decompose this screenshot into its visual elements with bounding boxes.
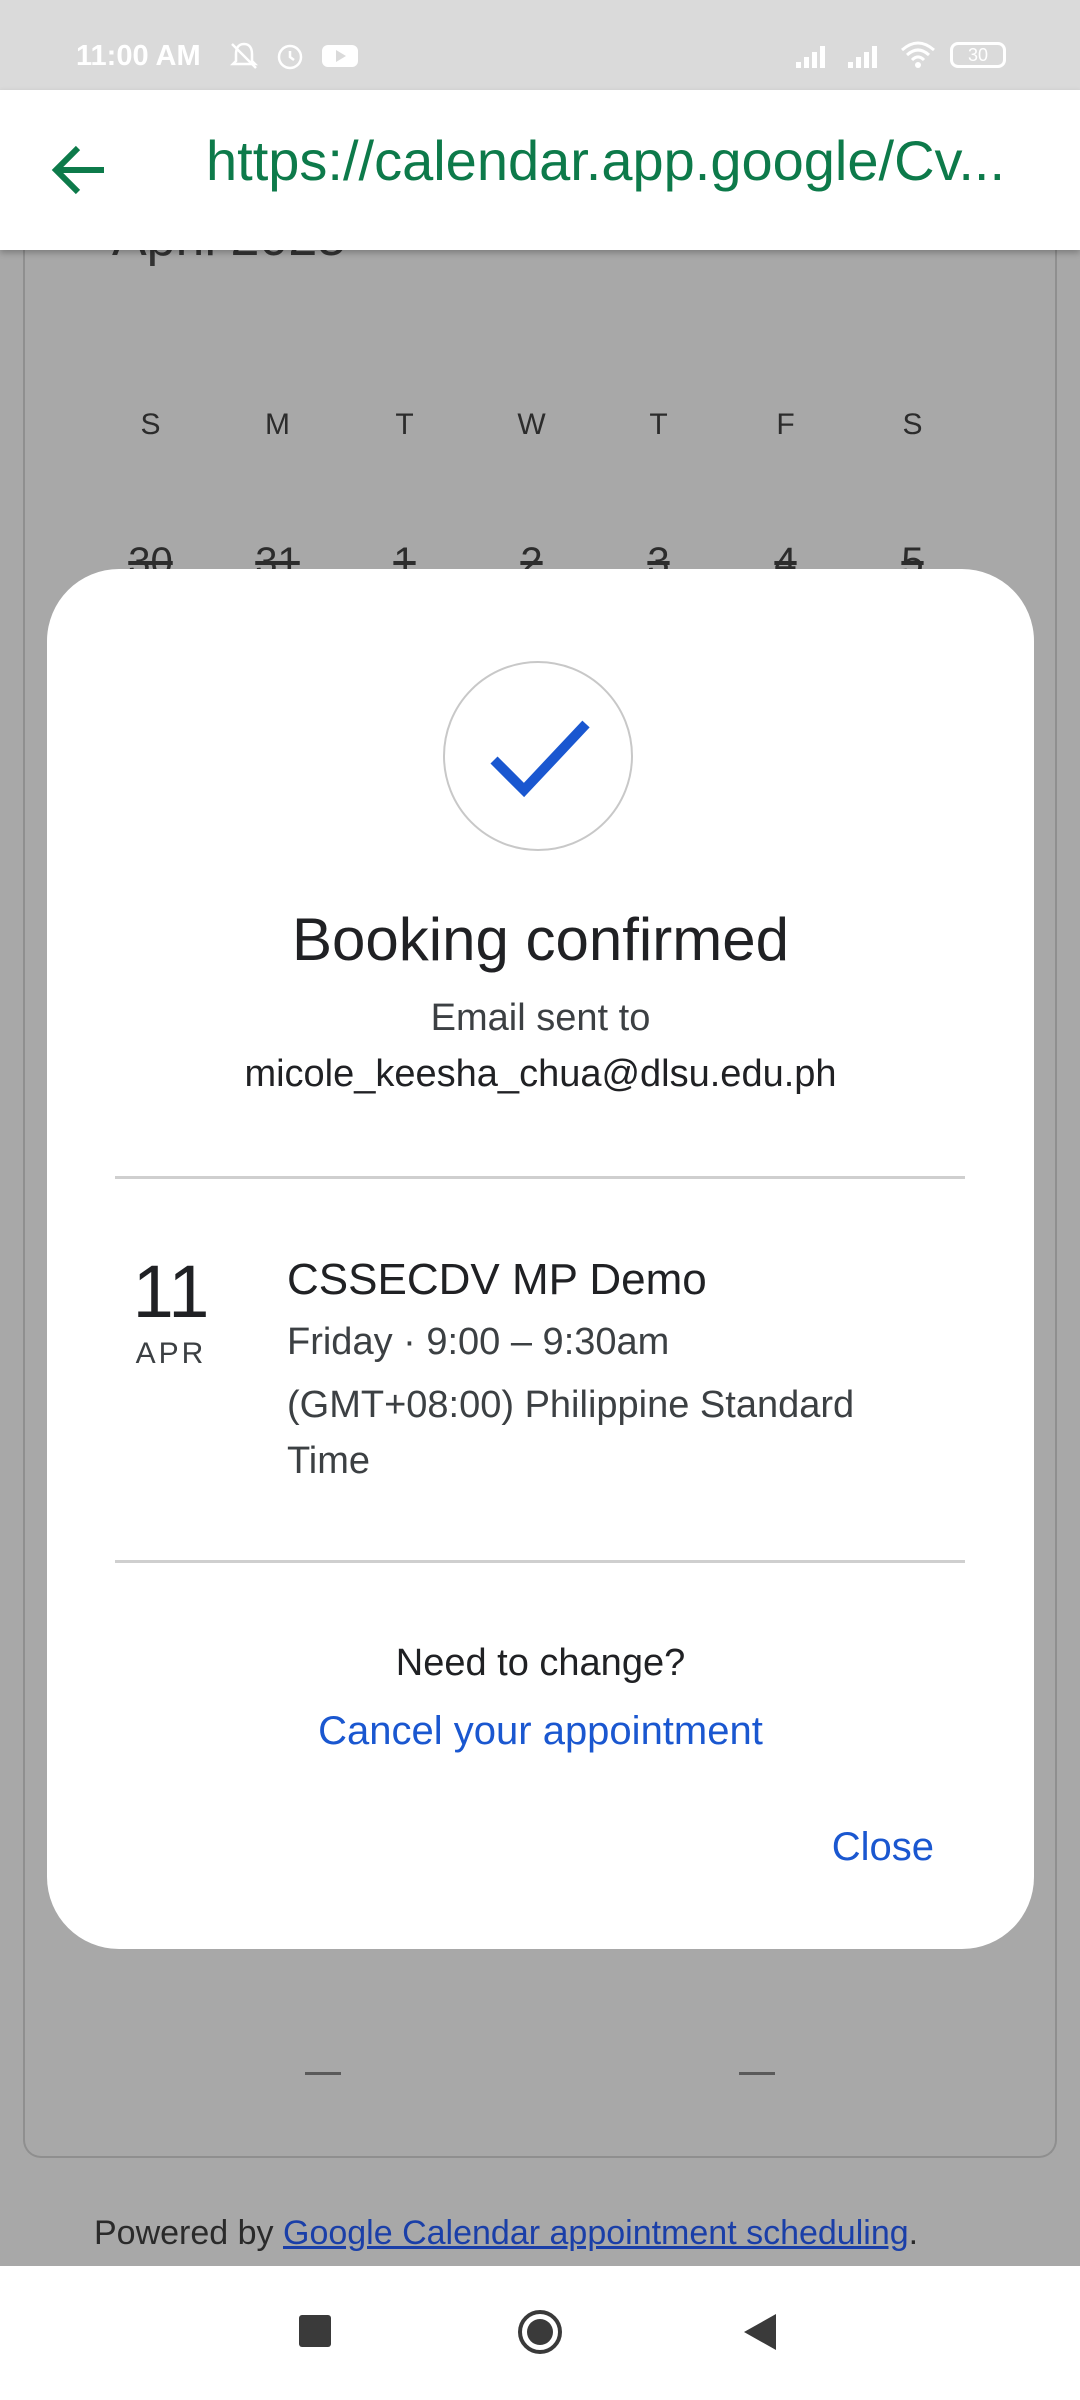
status-time: 11:00 AM	[76, 40, 201, 72]
weekday-label: T	[395, 408, 414, 441]
footer-prefix: Powered by	[94, 2214, 283, 2252]
time-slot-dash	[305, 2072, 341, 2075]
url-bar[interactable]: https://calendar.app.google/Cv...	[206, 128, 1036, 193]
event-day: 11	[132, 1250, 210, 1333]
powered-by-footer: Powered by Google Calendar appointment s…	[94, 2214, 918, 2253]
cancel-appointment-link[interactable]: Cancel your appointment	[47, 1709, 1034, 1754]
weekday-label: M	[265, 408, 290, 441]
status-bar: 11:00 AM 30	[0, 0, 1080, 90]
dialog-title: Booking confirmed	[292, 906, 789, 973]
scheduling-link[interactable]: Google Calendar appointment scheduling	[283, 2214, 909, 2252]
close-button[interactable]: Close	[832, 1825, 934, 1870]
weekday-header: S M T W T F S	[87, 408, 999, 442]
weekday-label: S	[902, 408, 923, 441]
email-address: micole_keesha_chua@dlsu.edu.ph	[244, 1053, 837, 1095]
weekday-label: T	[649, 408, 668, 441]
recent-apps-icon[interactable]	[296, 2306, 336, 2358]
divider	[115, 1560, 965, 1563]
event-timezone: (GMT+08:00) Philippine Standard Time	[287, 1384, 855, 1482]
event-title: CSSECDV MP Demo	[287, 1255, 707, 1304]
need-change-label: Need to change?	[395, 1642, 686, 1684]
email-sent-label: Email sent to	[430, 997, 651, 1039]
time-slot-dash	[739, 2072, 775, 2075]
alarm-icon	[277, 44, 303, 70]
browser-toolbar: https://calendar.app.google/Cv...	[0, 90, 1080, 250]
wifi-icon	[901, 41, 935, 68]
back-icon[interactable]	[740, 2306, 780, 2358]
battery-icon: 30	[950, 42, 1006, 68]
weekday-label: S	[140, 408, 161, 441]
weekday-label: F	[776, 408, 795, 441]
weekday-label: W	[517, 408, 546, 441]
status-system-icons: 30	[794, 40, 1006, 70]
booking-confirmed-dialog: Booking confirmed Email sent to micole_k…	[47, 569, 1034, 1949]
youtube-icon	[322, 45, 358, 67]
signal-icon	[796, 46, 825, 68]
event-time: Friday · 9:00 – 9:30am	[287, 1321, 670, 1363]
event-month: APR	[135, 1337, 207, 1370]
check-circle	[443, 661, 633, 851]
divider	[115, 1176, 965, 1179]
footer-suffix: .	[908, 2214, 919, 2252]
mute-bell-icon	[229, 42, 259, 69]
home-icon[interactable]	[514, 2306, 566, 2358]
back-arrow-icon[interactable]	[50, 142, 110, 198]
checkmark-icon	[490, 720, 590, 798]
navigation-bar	[0, 2266, 1080, 2400]
signal-icon	[848, 46, 877, 68]
status-notification-icons	[228, 40, 360, 72]
